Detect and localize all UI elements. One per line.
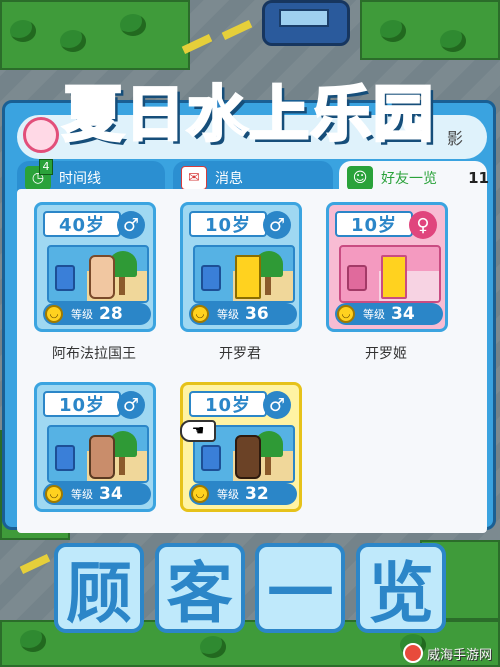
- guest-card[interactable]: 10岁 ♂ ◡ 等级 34: [34, 382, 156, 512]
- level-label: 等级: [217, 308, 239, 321]
- timeline-badge: 4: [39, 159, 53, 175]
- tab-friends-label: 好友一览: [381, 171, 437, 187]
- guest-card[interactable]: 10岁 ♀ ◡ 等级 34: [326, 202, 448, 332]
- male-icon: ♂: [117, 391, 145, 419]
- age-label: 10岁: [43, 391, 121, 417]
- tab-timeline-label: 时间线: [59, 171, 101, 187]
- guest-scene: [339, 245, 441, 303]
- bush: [60, 30, 86, 52]
- friends-count: 11: [468, 169, 489, 187]
- guest-name: 开罗君: [219, 346, 261, 362]
- age-label: 10岁: [335, 211, 413, 237]
- level-value: 34: [99, 484, 123, 504]
- level-bar: ◡ 等级 34: [335, 303, 443, 325]
- bottom-title-char: 顾: [54, 543, 144, 633]
- game-title: 夏日水上乐园: [36, 68, 462, 151]
- male-icon: ♂: [263, 211, 291, 239]
- bush: [10, 20, 36, 42]
- guest-scene: [47, 245, 149, 303]
- level-value: 32: [245, 484, 269, 504]
- level-bar: ◡ 等级 36: [189, 303, 297, 325]
- bush: [440, 30, 466, 52]
- bush: [200, 636, 226, 658]
- level-value: 34: [391, 304, 415, 324]
- car: [262, 0, 350, 46]
- guest-name: 阿布法拉国王: [52, 346, 136, 362]
- guest-scene: [193, 245, 295, 303]
- female-icon: ♀: [409, 211, 437, 239]
- game-title-text: 夏日水上乐园: [62, 78, 435, 151]
- cat-figure: [89, 435, 115, 479]
- bush: [380, 20, 406, 42]
- watermark-text: 威海手游网: [426, 647, 492, 663]
- guest-card-selected[interactable]: 10岁 ♂ ◡ 等级 32: [180, 382, 302, 512]
- smile-icon: ◡: [191, 305, 209, 323]
- tab-messages-label: 消息: [215, 171, 243, 187]
- smile-icon: ◡: [337, 305, 355, 323]
- watermark: 威海手游网: [402, 643, 492, 663]
- kairobot-figure: [235, 255, 261, 299]
- level-label: 等级: [363, 308, 385, 321]
- bush: [120, 14, 146, 36]
- level-value: 28: [99, 304, 123, 324]
- bottom-title: 顾 客 一 览: [54, 540, 446, 636]
- age-label: 40岁: [43, 211, 121, 237]
- level-value: 36: [245, 304, 269, 324]
- bottom-title-char: 一: [255, 543, 346, 633]
- monkey-figure: [235, 435, 261, 479]
- pointing-hand-icon: ☚: [180, 420, 216, 442]
- level-label: 等级: [217, 488, 239, 501]
- age-label: 10岁: [189, 211, 267, 237]
- level-label: 等级: [71, 488, 93, 501]
- friends-icon: ☺: [347, 166, 373, 190]
- king-figure: [89, 255, 115, 299]
- age-label: 10岁: [189, 391, 267, 417]
- bush: [20, 630, 46, 652]
- bottom-title-char: 客: [154, 543, 245, 633]
- guest-name: 开罗姬: [365, 346, 407, 362]
- guest-card[interactable]: 40岁 ♂ ◡ 等级 28: [34, 202, 156, 332]
- bottom-title-char: 览: [355, 543, 446, 633]
- smile-icon: ◡: [45, 305, 63, 323]
- guest-card[interactable]: 10岁 ♂ ◡ 等级 36: [180, 202, 302, 332]
- male-icon: ♂: [117, 211, 145, 239]
- smile-icon: ◡: [45, 485, 63, 503]
- guest-scene: [47, 425, 149, 483]
- level-label: 等级: [71, 308, 93, 321]
- smile-icon: ◡: [191, 485, 209, 503]
- level-bar: ◡ 等级 34: [43, 483, 151, 505]
- envelope-icon: ✉: [181, 166, 207, 190]
- kairo-princess-figure: [381, 255, 407, 299]
- male-icon: ♂: [263, 391, 291, 419]
- level-bar: ◡ 等级 28: [43, 303, 151, 325]
- watermark-logo-icon: [402, 643, 423, 663]
- level-bar: ◡ 等级 32: [189, 483, 297, 505]
